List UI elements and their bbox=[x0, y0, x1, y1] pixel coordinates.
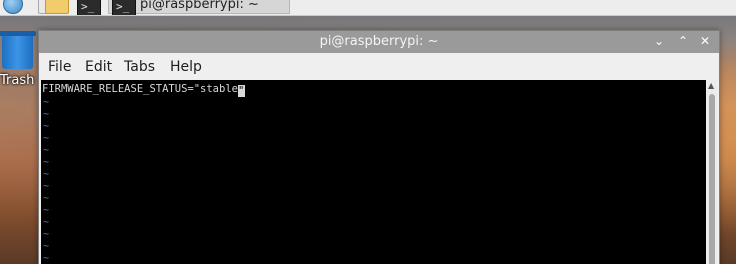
trash-label: Trash bbox=[0, 73, 35, 88]
vim-empty-line-tilde: ~ bbox=[43, 121, 50, 132]
close-button[interactable]: ✕ bbox=[697, 33, 713, 49]
menu-bar: File Edit Tabs Help bbox=[39, 53, 719, 79]
vim-empty-line-tilde: ~ bbox=[43, 145, 50, 156]
terminal-output[interactable]: FIRMWARE_RELEASE_STATUS="stable" ~ ~ ~ ~ ~ ~ ~… bbox=[41, 80, 706, 264]
terminal-task-label: pi@raspberrypi: ~ bbox=[140, 0, 259, 12]
window-title: pi@raspberrypi: ~ bbox=[319, 34, 439, 49]
maximize-button[interactable]: ⌃ bbox=[675, 33, 691, 49]
vim-empty-line-tilde: ~ bbox=[43, 205, 50, 216]
menu-help[interactable]: Help bbox=[170, 59, 202, 75]
vim-empty-line-tilde: ~ bbox=[43, 169, 50, 180]
scroll-up-icon[interactable]: ▲ bbox=[708, 81, 714, 90]
terminal-line: FIRMWARE_RELEASE_STATUS="stable" bbox=[42, 83, 245, 97]
taskbar: >_ >_ pi@raspberrypi: ~ bbox=[0, 0, 736, 16]
menu-tabs[interactable]: Tabs bbox=[124, 59, 155, 75]
menu-file[interactable]: File bbox=[48, 59, 71, 75]
terminal-cursor: " bbox=[237, 85, 245, 97]
terminal-line-text: FIRMWARE_RELEASE_STATUS="stable bbox=[42, 83, 238, 95]
terminal-task-icon: >_ bbox=[112, 0, 136, 15]
window-titlebar[interactable]: pi@raspberrypi: ~ ⌄ ⌃ ✕ bbox=[39, 31, 719, 53]
menu-edit[interactable]: Edit bbox=[85, 59, 112, 75]
vim-empty-line-tilde: ~ bbox=[43, 133, 50, 144]
vim-empty-line-tilde: ~ bbox=[43, 229, 50, 240]
globe-icon[interactable] bbox=[3, 0, 23, 14]
trash-icon[interactable] bbox=[0, 31, 36, 69]
vim-empty-line-tilde: ~ bbox=[43, 109, 50, 120]
terminal-icon[interactable]: >_ bbox=[77, 0, 101, 15]
desktop: >_ >_ pi@raspberrypi: ~ Trash pi@raspber… bbox=[0, 0, 736, 264]
vim-empty-line-tilde: ~ bbox=[43, 217, 50, 228]
vim-empty-line-tilde: ~ bbox=[43, 157, 50, 168]
vim-empty-line-tilde: ~ bbox=[43, 193, 50, 204]
vim-empty-line-tilde: ~ bbox=[43, 181, 50, 192]
terminal-scrollbar[interactable]: ▲ bbox=[707, 80, 717, 264]
minimize-button[interactable]: ⌄ bbox=[651, 33, 667, 49]
scroll-thumb[interactable] bbox=[709, 94, 715, 264]
vim-empty-line-tilde: ~ bbox=[43, 241, 50, 252]
folder-icon[interactable] bbox=[45, 0, 69, 14]
terminal-window: pi@raspberrypi: ~ ⌄ ⌃ ✕ File Edit Tabs H… bbox=[38, 30, 720, 264]
vim-empty-line-tilde: ~ bbox=[43, 253, 50, 264]
vim-empty-line-tilde: ~ bbox=[43, 97, 50, 108]
